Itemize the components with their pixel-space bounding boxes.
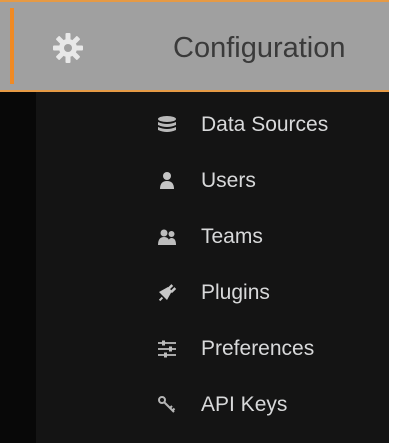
menu-item-users[interactable]: Users	[0, 154, 389, 210]
menu-item-teams[interactable]: Teams	[0, 210, 389, 266]
database-icon	[158, 116, 176, 132]
menu-item-data-sources[interactable]: Data Sources	[0, 98, 389, 154]
menu-item-api-keys[interactable]: API Keys	[0, 378, 389, 434]
gear-icon	[53, 33, 83, 63]
menu-item-label: Plugins	[201, 281, 270, 304]
active-accent-bar	[10, 8, 14, 84]
page-title: Configuration	[173, 32, 346, 64]
menu-item-label: Preferences	[201, 337, 315, 360]
config-menu-header[interactable]: Configuration	[0, 0, 389, 92]
users-group-icon	[158, 229, 176, 245]
config-menu-panel: Configuration Data Sources Users Teams P…	[0, 0, 389, 443]
config-submenu: Data Sources Users Teams Plugins Prefere…	[0, 98, 389, 434]
plug-icon	[158, 284, 177, 302]
menu-item-preferences[interactable]: Preferences	[0, 322, 389, 378]
sliders-icon	[158, 340, 176, 358]
menu-item-label: API Keys	[201, 393, 288, 416]
menu-item-plugins[interactable]: Plugins	[0, 266, 389, 322]
user-icon	[160, 172, 174, 189]
menu-item-label: Teams	[201, 225, 263, 248]
key-icon	[158, 396, 176, 413]
menu-item-label: Data Sources	[201, 113, 329, 136]
menu-item-label: Users	[201, 169, 256, 192]
